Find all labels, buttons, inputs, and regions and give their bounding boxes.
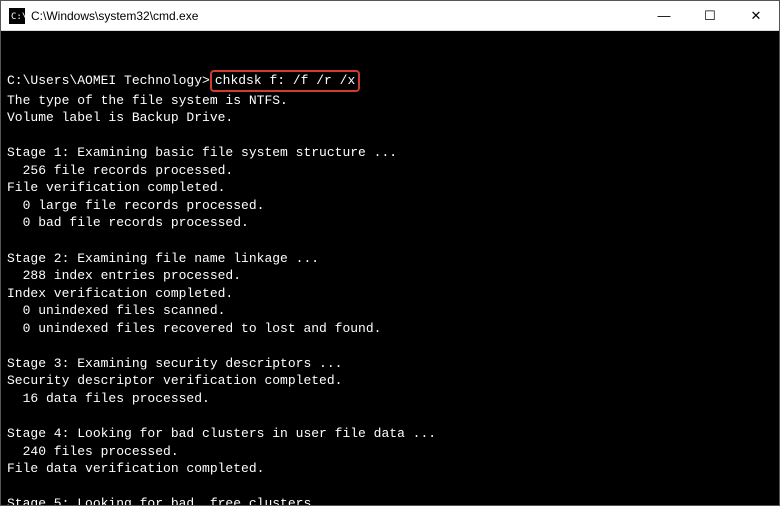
output-line: 256 file records processed. [7, 162, 773, 180]
output-line: Security descriptor verification complet… [7, 372, 773, 390]
output-line: File verification completed. [7, 179, 773, 197]
command-text: chkdsk f: /f /r /x [215, 73, 355, 88]
cmd-icon: C:\ [9, 8, 25, 24]
output-line: 0 large file records processed. [7, 197, 773, 215]
titlebar-path: C:\Windows\system32\cmd.exe [31, 9, 641, 23]
output-line: Stage 4: Looking for bad clusters in use… [7, 425, 773, 443]
svg-text:C:\: C:\ [11, 12, 25, 22]
command-highlight: chkdsk f: /f /r /x [210, 70, 360, 92]
window-controls: — ☐ ✕ [641, 1, 779, 30]
terminal-output: C:\Users\AOMEI Technology> chkdsk f: /f /… [1, 31, 779, 505]
output-line: 288 index entries processed. [7, 267, 773, 285]
output-line: 0 unindexed files scanned. [7, 302, 773, 320]
minimize-button[interactable]: — [641, 1, 687, 30]
prompt-prefix: C:\Users\AOMEI Technology> [7, 73, 210, 88]
output-line: File data verification completed. [7, 460, 773, 478]
output-line: Stage 3: Examining security descriptors … [7, 355, 773, 373]
output-line: Volume label is Backup Drive. [7, 109, 773, 127]
output-line: Index verification completed. [7, 285, 773, 303]
close-button[interactable]: ✕ [733, 1, 779, 30]
cmd-window: C:\ C:\Windows\system32\cmd.exe — ☐ ✕ C:… [0, 0, 780, 506]
output-line: Stage 5: Looking for bad, free clusters … [7, 495, 773, 505]
output-line: 240 files processed. [7, 443, 773, 461]
maximize-button[interactable]: ☐ [687, 1, 733, 30]
titlebar: C:\ C:\Windows\system32\cmd.exe — ☐ ✕ [1, 1, 779, 31]
output-line: The type of the file system is NTFS. [7, 92, 773, 110]
output-line: 16 data files processed. [7, 390, 773, 408]
output-line: Stage 2: Examining file name linkage ... [7, 250, 773, 268]
output-line: 0 bad file records processed. [7, 214, 773, 232]
output-line: 0 unindexed files recovered to lost and … [7, 320, 773, 338]
output-line: Stage 1: Examining basic file system str… [7, 144, 773, 162]
